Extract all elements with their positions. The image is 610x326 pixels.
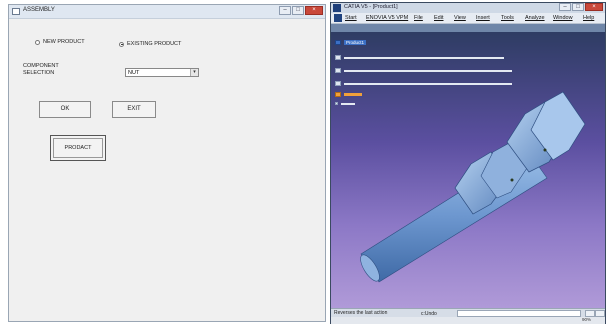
menu-view[interactable]: View: [454, 15, 466, 21]
component-select[interactable]: NUT ▾: [125, 68, 199, 77]
command-button-icon[interactable]: [585, 310, 595, 317]
menu-window[interactable]: Window: [553, 15, 573, 21]
close-icon[interactable]: ×: [305, 6, 323, 15]
existing-product-radio[interactable]: EXISTING PRODUCT: [119, 41, 181, 47]
menu-help[interactable]: Help: [583, 15, 594, 21]
catia-toolbar: [331, 24, 605, 32]
catia-window: CATIA V5 - [Product1] – □ × Start ENOVIA…: [330, 2, 606, 324]
bolt-nut-assembly-model[interactable]: [331, 32, 605, 308]
form-app-icon: [12, 8, 20, 15]
new-product-label: NEW PRODUCT: [43, 39, 85, 45]
menu-file[interactable]: File: [414, 15, 423, 21]
status-message: Reverses the last action: [334, 310, 388, 316]
menu-tools[interactable]: Tools: [501, 15, 514, 21]
contact-marker: [510, 178, 514, 182]
maximize-icon[interactable]: □: [292, 6, 304, 15]
catia-menu-bar: Start ENOVIA V5 VPM File Edit View Inser…: [331, 13, 605, 24]
dropdown-arrow-icon[interactable]: ▾: [190, 69, 198, 76]
catia-title-bar: CATIA V5 - [Product1] – □ ×: [331, 3, 605, 13]
minimize-icon[interactable]: –: [279, 6, 291, 15]
3d-viewport[interactable]: Product1: [331, 32, 605, 308]
ok-button[interactable]: OK: [39, 101, 91, 118]
menu-insert[interactable]: Insert: [476, 15, 490, 21]
radio-selected-icon[interactable]: [119, 41, 124, 47]
menu-analyze[interactable]: Analyze: [525, 15, 545, 21]
assembly-title-bar: ASSEMBLY – □ ×: [9, 5, 325, 19]
component-select-value: NUT: [128, 70, 140, 76]
start-menu-icon[interactable]: [334, 14, 342, 22]
menu-start[interactable]: Start: [345, 15, 357, 21]
component-selection-label: COMPONENT SELECTION: [23, 63, 59, 76]
zoom-level: 90%: [581, 317, 591, 322]
catia-window-controls: – □ ×: [559, 3, 603, 11]
catia-status-bar: Reverses the last action c:Undo: [331, 308, 605, 317]
command-input[interactable]: c:Undo: [421, 310, 581, 317]
menu-enovia[interactable]: ENOVIA V5 VPM: [366, 15, 408, 21]
close-icon[interactable]: ×: [585, 3, 603, 11]
assembly-form-window: ASSEMBLY – □ × NEW PRODUCT EXISTING PROD…: [8, 4, 326, 322]
catia-title: CATIA V5 - [Product1]: [344, 4, 398, 10]
radio-unselected-icon[interactable]: [35, 39, 40, 45]
maximize-icon[interactable]: □: [572, 3, 584, 11]
form-window-controls: – □ ×: [279, 6, 323, 15]
menu-edit[interactable]: Edit: [434, 15, 443, 21]
assembly-title: ASSEMBLY: [23, 7, 55, 13]
exit-button[interactable]: EXIT: [112, 101, 156, 118]
minimize-icon[interactable]: –: [559, 3, 571, 11]
existing-product-label: EXISTING PRODUCT: [127, 41, 182, 47]
new-product-radio[interactable]: NEW PRODUCT: [35, 39, 85, 45]
command-button-icon[interactable]: [595, 310, 605, 317]
catia-bottom-bar: 90%: [331, 317, 605, 324]
product-button[interactable]: PRODACT: [50, 135, 106, 161]
desktop: ASSEMBLY – □ × NEW PRODUCT EXISTING PROD…: [0, 0, 610, 326]
catia-logo-icon: [333, 4, 341, 12]
contact-marker: [543, 148, 547, 152]
